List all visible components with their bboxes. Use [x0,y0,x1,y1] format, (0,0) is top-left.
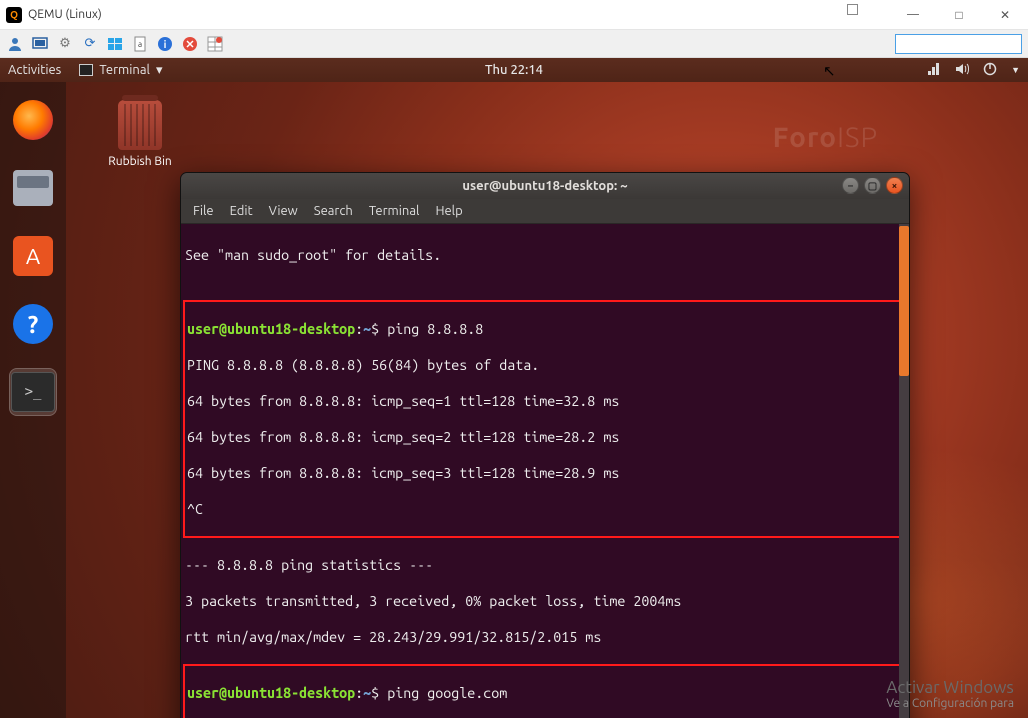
terminal-app-icon [79,64,93,76]
dock-item-firefox[interactable] [9,96,57,144]
desktop-watermark: ForoISP [773,122,878,153]
term-line: PING 8.8.8.8 (8.8.8.8) 56(84) bytes of d… [185,356,903,374]
svg-text:a: a [138,40,142,49]
qemu-icon: Q [6,7,22,23]
highlight-box-2: user@ubuntu18-desktop:~$ ping google.com… [183,664,905,718]
term-line: ^C [185,500,903,518]
host-window-titlebar: Q QEMU (Linux) — □ ✕ [0,0,1028,30]
qemu-toolbar: ⚙ ⟳ a i [0,30,1028,58]
terminal-scrollbar[interactable] [899,224,909,718]
term-line: 64 bytes from 8.8.8.8: icmp_seq=1 ttl=12… [185,392,903,410]
user-icon[interactable] [6,35,24,53]
trash-icon [118,100,162,150]
highlight-box-1: user@ubuntu18-desktop:~$ ping 8.8.8.8 PI… [183,300,905,538]
dock-item-software[interactable]: A [9,232,57,280]
gnome-top-panel: Activities Terminal ▾ Thu 22:14 ▼ [0,58,1028,82]
chevron-down-icon: ▾ [156,63,163,78]
power-icon[interactable] [983,62,997,79]
screen-icon[interactable] [31,35,49,53]
menu-search[interactable]: Search [314,204,353,218]
terminal-icon: >_ [11,372,55,412]
doc-icon[interactable]: a [131,35,149,53]
dock: A ? >_ [0,82,66,718]
dock-item-files[interactable] [9,164,57,212]
terminal-window: user@ubuntu18-desktop: ~ – ▢ × File Edit… [180,172,910,718]
host-close-button[interactable]: ✕ [982,0,1028,30]
term-line: --- 8.8.8.8 ping statistics --- [185,556,905,574]
activation-subtitle: Ve a Configuración para [886,697,1014,710]
volume-icon[interactable] [955,62,969,79]
network-icon[interactable] [927,62,941,79]
info-icon[interactable]: i [156,35,174,53]
term-line: rtt min/avg/max/mdev = 28.243/29.991/32.… [185,628,905,646]
cancel-icon[interactable] [181,35,199,53]
term-line: 64 bytes from 8.8.8.8: icmp_seq=3 ttl=12… [185,464,903,482]
term-line: 3 packets transmitted, 3 received, 0% pa… [185,592,905,610]
dock-item-help[interactable]: ? [9,300,57,348]
menu-file[interactable]: File [193,204,214,218]
host-minimize-button[interactable]: — [890,0,936,30]
table-icon[interactable] [206,35,224,53]
refresh-icon[interactable]: ⟳ [81,35,99,53]
terminal-title-label: user@ubuntu18-desktop: ~ [462,179,627,193]
gear-icon[interactable]: ⚙ [56,35,74,53]
current-app-indicator[interactable]: Terminal ▾ [79,63,162,78]
term-line: See "man sudo_root" for details. [185,246,905,264]
desktop-icon-trash[interactable]: Rubbish Bin [100,100,180,168]
windows-icon[interactable] [106,35,124,53]
current-app-label: Terminal [99,63,150,77]
software-icon: A [13,236,53,276]
terminal-close-button[interactable]: × [886,177,903,194]
trash-label: Rubbish Bin [100,155,180,168]
terminal-titlebar[interactable]: user@ubuntu18-desktop: ~ – ▢ × [181,173,909,199]
scrollbar-thumb[interactable] [899,226,909,376]
activities-button[interactable]: Activities [8,63,61,77]
activation-title: Activar Windows [886,678,1014,697]
desktop-area[interactable]: ForoISP A ? >_ Rubbish Bin user@ubuntu18… [0,82,1028,718]
terminal-body[interactable]: See "man sudo_root" for details. user@ub… [181,224,909,718]
terminal-menubar: File Edit View Search Terminal Help [181,199,909,224]
menu-view[interactable]: View [269,204,298,218]
menu-edit[interactable]: Edit [230,204,253,218]
terminal-minimize-button[interactable]: – [842,177,859,194]
host-maximize-button[interactable]: □ [936,0,982,30]
dock-item-terminal[interactable]: >_ [9,368,57,416]
menu-help[interactable]: Help [435,204,462,218]
windows-activation-watermark: Activar Windows Ve a Configuración para [886,678,1014,710]
terminal-maximize-button[interactable]: ▢ [864,177,881,194]
firefox-icon [13,100,53,140]
term-line: user@ubuntu18-desktop:~$ ping 8.8.8.8 [185,320,903,338]
files-icon [13,170,53,206]
qemu-search-input[interactable] [895,34,1022,54]
help-icon: ? [13,304,53,344]
term-line: 64 bytes from 8.8.8.8: icmp_seq=2 ttl=12… [185,428,903,446]
term-line: user@ubuntu18-desktop:~$ ping google.com [185,684,903,702]
chevron-down-icon: ▼ [1011,65,1020,75]
menu-terminal[interactable]: Terminal [369,204,420,218]
svg-text:i: i [164,39,167,50]
checkbox-icon[interactable] [847,4,858,15]
host-window-title: QEMU (Linux) [28,8,102,21]
